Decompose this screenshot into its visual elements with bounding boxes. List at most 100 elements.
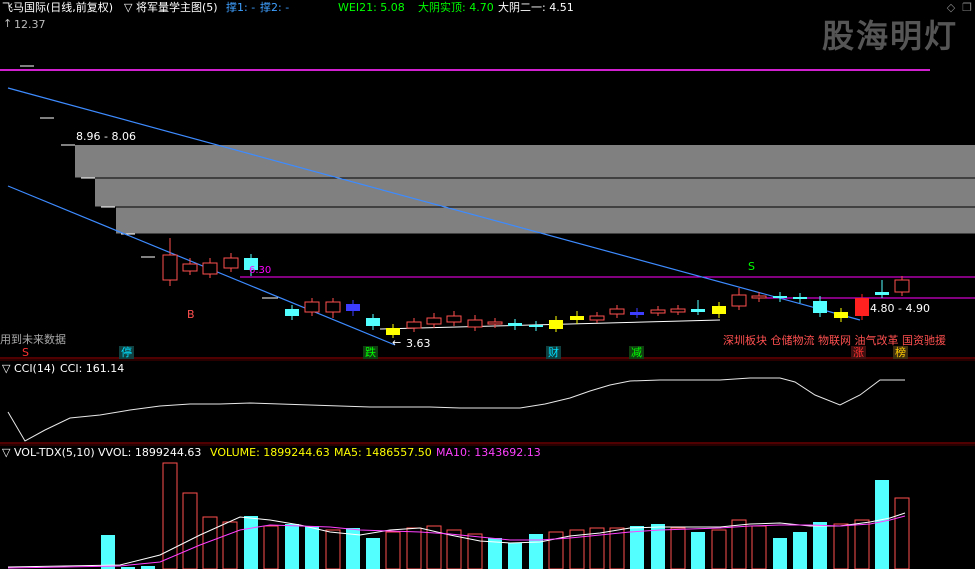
marker-finance: 财 [546,346,561,359]
candle-body [855,298,869,316]
level-630-label: 6.30 [249,265,272,276]
candle-body [446,315,462,323]
volume-bar [773,538,787,569]
marker-halt: 停 [119,346,134,359]
candle-body [650,309,666,314]
vvol-value: VVOL: 1899244.63 [98,446,202,459]
stock-chart[interactable] [0,0,975,569]
candle-body [325,301,341,313]
volume-bar [305,526,319,569]
indicator-name[interactable]: ▽ 将军量学主图(5) [124,1,218,14]
zone-range-label: 8.96 - 8.06 [76,130,136,143]
future-data-note: 用到未来数据 [0,333,66,346]
candle-body [813,301,827,313]
support2-value: 撑2: - [260,1,290,14]
candle-body [304,301,320,313]
volume-bar [263,525,279,569]
volume-bar [385,531,401,569]
cci-indicator-name[interactable]: ▽ CCI(14) [2,362,55,375]
volume-bar [854,519,870,569]
candle-body [875,292,889,295]
volume-bar [222,521,238,569]
volume-bar [670,527,686,569]
diamond-icon[interactable]: ◇ [944,0,958,14]
candle-body [712,306,726,314]
candle-body [670,308,686,313]
volume-bar [285,524,299,569]
wei21-value: WEI21: 5.08 [338,1,405,14]
volume-bar [894,497,910,569]
resistance-zone-1 [75,145,975,178]
candle-body [570,316,584,320]
candles [162,238,910,338]
volume-bar [182,492,198,569]
marker-rise: 涨 [851,346,866,359]
volume-bar [244,516,258,569]
sell-marker: S [748,260,755,273]
volume-bar [711,529,727,569]
volume-bar [630,526,644,569]
right-zone-label: 4.80 - 4.90 [870,302,930,315]
low-price-label: 3.63 [406,337,431,350]
restore-icon[interactable]: ❐ [960,0,974,14]
concept-list: 深圳板块 仓储物流 物联网 油气改革 国资驰援 [723,334,946,347]
volume-bar [366,538,380,569]
resistance-zone-3 [116,207,975,234]
buy-marker: B [187,308,195,321]
marker-fall: 跌 [363,346,378,359]
candle-body [609,308,625,315]
resistance-zone-2 [95,178,975,207]
candle-body [223,257,239,269]
volume-bar [162,462,178,569]
volume-bar [813,522,827,569]
volume-bar [691,532,705,569]
watermark-logo: 股海明灯 [822,17,959,55]
volume-bars [101,462,910,569]
candle-body [508,323,522,326]
high-price-label: 12.37 [14,18,46,31]
candle-body [529,325,543,327]
candle-body [467,319,483,328]
volume-bar [508,543,522,569]
volume-bar [101,535,115,569]
candle-body [285,309,299,316]
candle-body [630,312,644,315]
ma5-value: MA5: 1486557.50 [334,446,432,459]
candle-body [773,296,787,298]
cci-value: CCI: 161.14 [60,362,125,375]
volume-bar [875,480,889,569]
volume-bar [406,527,422,569]
marker-reduce: 减 [629,346,644,359]
candle-body [731,294,747,307]
marker-s: S [22,346,29,359]
candle-body [346,304,360,311]
candle-body [366,318,380,326]
marker-list: 榜 [893,346,908,359]
cci-line [7,377,905,442]
ma10-value: MA10: 1343692.13 [436,446,541,459]
vol-indicator-name[interactable]: ▽ VOL-TDX(5,10) [2,446,95,459]
volume-bar [793,532,807,569]
high-marker-icon: ↑ [3,17,13,30]
candle-body [834,312,848,318]
candle-body [426,317,442,325]
candle-body [202,262,218,275]
volume-bar [529,534,543,569]
candle-body [386,328,400,335]
candle-body [182,263,198,272]
candle-body [162,254,178,281]
volume-bar [325,529,341,569]
candle-body [894,279,910,293]
candle-body [406,321,422,329]
volume-bar [751,525,767,569]
stock-title: 飞马国际(日线,前复权) [2,1,114,14]
candle-body [487,321,503,325]
dayin-shiding-value: 大阴实顶: 4.70 [418,1,494,14]
support1-value: 撑1: - [226,1,256,14]
candle-body [793,297,807,299]
dayin-eryi-value: 大阴二一: 4.51 [498,1,574,14]
volume-bar [833,523,849,569]
candle-body [691,309,705,312]
volume-value: VOLUME: 1899244.63 [210,446,330,459]
candle-body [589,315,605,321]
